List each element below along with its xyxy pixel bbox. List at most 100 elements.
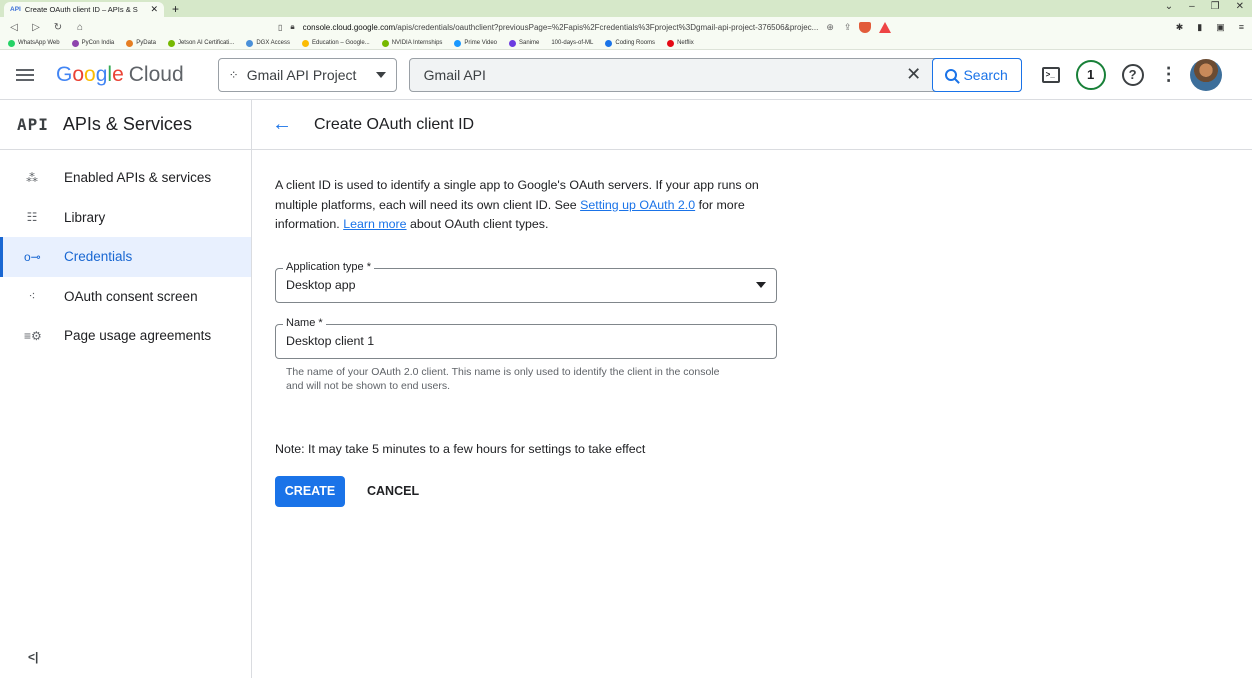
sidebar-header: API APIs & Services bbox=[0, 100, 251, 150]
more-options-icon[interactable]: ⋮ bbox=[1160, 64, 1178, 85]
application-type-value: Desktop app bbox=[286, 278, 356, 292]
bookmark-item[interactable]: Education – Google... bbox=[302, 39, 370, 47]
settings-note: Note: It may take 5 minutes to a few hou… bbox=[275, 441, 646, 456]
cloud-shell-icon[interactable]: >_ bbox=[1041, 66, 1060, 83]
project-selector[interactable]: ⁘ Gmail API Project bbox=[217, 57, 397, 92]
page-title: Create OAuth client ID bbox=[314, 115, 475, 133]
bookmark-item[interactable]: WhatsApp Web bbox=[8, 39, 60, 47]
settings-list-icon: ≡⚙ bbox=[24, 328, 42, 343]
bookmark-item[interactable]: Coding Rooms bbox=[605, 39, 655, 47]
wallet-icon[interactable]: ▣ bbox=[1216, 22, 1225, 33]
sidebar-item-page-usage[interactable]: ≡⚙ Page usage agreements bbox=[0, 316, 251, 356]
extension-icons: ✱ ▮ ▣ ≡ bbox=[1176, 22, 1244, 33]
search-input[interactable] bbox=[409, 58, 896, 91]
bookmark-item[interactable]: DGX Access bbox=[246, 39, 290, 47]
sidebar-item-label: Credentials bbox=[64, 249, 133, 265]
url-field[interactable]: ▯ 🔒︎ console.cloud.google.com/apis/crede… bbox=[278, 21, 998, 33]
minimize-icon[interactable]: – bbox=[1189, 1, 1195, 12]
prime-video-icon bbox=[454, 39, 462, 47]
sidebar: API APIs & Services ⁂ Enabled APIs & ser… bbox=[0, 100, 252, 678]
bookmark-item[interactable]: Sanime bbox=[509, 39, 539, 47]
cancel-button[interactable]: CANCEL bbox=[367, 484, 419, 498]
sidebar-item-oauth-consent[interactable]: ⁖ OAuth consent screen bbox=[0, 277, 251, 317]
page-body: API APIs & Services ⁂ Enabled APIs & ser… bbox=[0, 100, 1252, 678]
nvidia-icon bbox=[381, 39, 389, 47]
avatar[interactable] bbox=[1189, 58, 1222, 91]
form-actions: CREATE CANCEL bbox=[275, 475, 777, 507]
project-name: Gmail API Project bbox=[246, 66, 357, 83]
application-type-select[interactable]: Application type * Desktop app bbox=[275, 260, 777, 303]
search-button[interactable]: Search bbox=[931, 57, 1022, 92]
bookmark-item[interactable]: 100-days-of-ML bbox=[551, 40, 593, 46]
brave-rewards-icon[interactable] bbox=[879, 21, 892, 33]
bookmark-item[interactable]: Jetson AI Certificati... bbox=[167, 39, 234, 47]
sidebar-title: APIs & Services bbox=[62, 114, 192, 134]
home-icon[interactable]: ⌂ bbox=[74, 22, 86, 33]
forward-nav-icon[interactable]: ▷ bbox=[30, 22, 42, 33]
hamburger-menu-icon[interactable] bbox=[16, 68, 34, 81]
close-window-icon[interactable]: ✕ bbox=[1236, 1, 1244, 12]
bookmark-item[interactable]: Netflix bbox=[667, 39, 694, 47]
sidebar-item-library[interactable]: ☷ Library bbox=[0, 198, 251, 238]
application-type-label: Application type * bbox=[283, 260, 374, 273]
pydata-icon bbox=[126, 39, 134, 47]
back-arrow-icon[interactable]: ← bbox=[272, 113, 292, 136]
name-field: Name * bbox=[275, 316, 777, 359]
brave-shield-icon[interactable] bbox=[859, 21, 872, 33]
browser-tab[interactable]: API Create OAuth client ID – APIs & S ✕ bbox=[4, 2, 164, 17]
create-button[interactable]: CREATE bbox=[275, 475, 345, 507]
menu-icon[interactable]: ≡ bbox=[1239, 22, 1244, 33]
sidebar-item-enabled-apis[interactable]: ⁂ Enabled APIs & services bbox=[0, 158, 251, 198]
whatsapp-icon bbox=[8, 39, 15, 47]
dgx-icon bbox=[246, 39, 254, 47]
sidebar-item-label: OAuth consent screen bbox=[64, 288, 198, 304]
name-label: Name * bbox=[283, 316, 326, 329]
name-input[interactable] bbox=[286, 334, 766, 348]
logo-google: Google bbox=[56, 62, 124, 86]
reload-icon[interactable]: ↻ bbox=[52, 22, 64, 33]
window-controls: ⌄ – ❐ ✕ bbox=[1165, 1, 1244, 12]
search-box: ✕ Search bbox=[408, 57, 1022, 92]
enabled-apis-icon: ⁂ bbox=[26, 170, 38, 185]
sidebar-item-credentials[interactable]: o⊸ Credentials bbox=[0, 237, 251, 277]
page-header: ← Create OAuth client ID bbox=[252, 100, 1252, 150]
collapse-sidebar-icon[interactable]: <| bbox=[28, 650, 38, 664]
bookmark-item[interactable]: PyCon India bbox=[71, 39, 114, 47]
bookmark-item[interactable]: PyData bbox=[126, 39, 156, 47]
key-icon: o⊸ bbox=[24, 249, 41, 264]
help-icon[interactable]: ? bbox=[1121, 63, 1144, 86]
lock-icon: 🔒︎ bbox=[290, 22, 295, 31]
nvidia-icon bbox=[167, 39, 175, 47]
extensions-icon[interactable]: ✱ bbox=[1176, 22, 1184, 33]
setting-up-oauth-link[interactable]: Setting up OAuth 2.0 bbox=[580, 198, 695, 212]
zoom-icon[interactable]: ⊕ bbox=[826, 22, 834, 33]
new-tab-icon[interactable]: + bbox=[172, 2, 179, 16]
bookmark-icon[interactable]: ▯ bbox=[278, 23, 282, 32]
google-cloud-logo[interactable]: Google Cloud bbox=[56, 63, 184, 87]
sidebar-item-label: Page usage agreements bbox=[64, 328, 212, 344]
project-tree-icon: ⁘ bbox=[228, 67, 239, 82]
bookmark-item[interactable]: Prime Video bbox=[454, 39, 497, 47]
restore-icon[interactable]: ❐ bbox=[1211, 1, 1220, 12]
sidebar-icon[interactable]: ▮ bbox=[1197, 22, 1202, 33]
share-icon[interactable]: ⇪ bbox=[844, 22, 852, 33]
browser-tab-bar: API Create OAuth client ID – APIs & S ✕ … bbox=[0, 0, 1252, 17]
address-bar-row: ◁ ▷ ↻ ⌂ ▯ 🔒︎ console.cloud.google.com/ap… bbox=[0, 17, 1252, 37]
url-path: /apis/credentials/oauthclient?previousPa… bbox=[395, 22, 819, 32]
back-nav-icon[interactable]: ◁ bbox=[8, 22, 20, 33]
pycon-icon bbox=[71, 39, 79, 47]
api-badge-icon: API bbox=[17, 115, 49, 134]
library-icon: ☷ bbox=[26, 210, 38, 225]
learn-more-link[interactable]: Learn more bbox=[343, 217, 406, 231]
bookmarks-bar: WhatsApp Web PyCon India PyData Jetson A… bbox=[0, 37, 1252, 50]
bookmark-item[interactable]: NVIDIA Internships bbox=[381, 39, 442, 47]
notifications-badge[interactable]: 1 bbox=[1075, 59, 1106, 90]
form-container: A client ID is used to identify a single… bbox=[252, 150, 777, 507]
sidebar-item-label: Library bbox=[64, 209, 106, 225]
clear-search-icon[interactable]: ✕ bbox=[896, 64, 932, 85]
coding-rooms-icon bbox=[605, 39, 613, 47]
chevron-down-icon[interactable]: ⌄ bbox=[1165, 1, 1173, 12]
sidebar-nav: ⁂ Enabled APIs & services ☷ Library o⊸ C… bbox=[0, 150, 251, 356]
close-icon[interactable]: ✕ bbox=[150, 4, 158, 15]
search-button-label: Search bbox=[963, 66, 1008, 83]
